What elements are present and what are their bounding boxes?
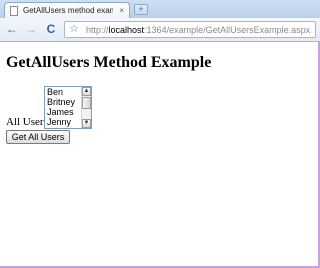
listbox-scrollbar[interactable]: ▲ ▼ <box>81 87 91 128</box>
tab-strip: GetAllUsers method exampl... × + <box>0 0 320 18</box>
url-host: localhost <box>108 25 145 35</box>
address-bar[interactable]: ☆ http://localhost:1364/example/GetAllUs… <box>64 21 316 38</box>
close-icon[interactable]: × <box>119 5 124 16</box>
scroll-up-icon[interactable]: ▲ <box>82 87 91 96</box>
reload-icon[interactable]: C <box>44 22 58 36</box>
page-content: GetAllUsers Method Example All Users Ben… <box>0 42 320 268</box>
browser-window: GetAllUsers method exampl... × + ← → C ☆… <box>0 0 320 268</box>
back-arrow-icon[interactable]: ← <box>5 22 19 36</box>
users-listbox[interactable]: Ben Britney James Jenny ▲ ▼ <box>44 86 92 129</box>
toolbar: ← → C ☆ http://localhost:1364/example/Ge… <box>0 18 320 42</box>
new-tab-button[interactable]: + <box>134 4 148 15</box>
scroll-thumb[interactable] <box>82 97 91 109</box>
url-path: :1364/example/GetAllUsersExample.aspx <box>144 25 311 35</box>
forward-arrow-icon[interactable]: → <box>24 22 38 36</box>
list-item[interactable]: James <box>47 107 79 117</box>
page-icon <box>10 6 18 16</box>
page-title: GetAllUsers Method Example <box>6 54 212 71</box>
url-scheme: http:// <box>86 25 109 35</box>
list-item[interactable]: Britney <box>47 97 79 107</box>
bookmark-star-icon[interactable]: ☆ <box>69 23 79 36</box>
users-list: Ben Britney James Jenny <box>47 87 79 127</box>
url-text[interactable]: http://localhost:1364/example/GetAllUser… <box>86 24 314 36</box>
scroll-down-icon[interactable]: ▼ <box>82 119 91 128</box>
tab-title: GetAllUsers method exampl... <box>23 6 113 15</box>
get-all-users-button[interactable]: Get All Users <box>6 130 70 144</box>
list-item[interactable]: Ben <box>47 87 79 97</box>
all-users-label: All Users <box>6 116 48 128</box>
list-item[interactable]: Jenny <box>47 117 79 127</box>
tab-getallusers[interactable]: GetAllUsers method exampl... × <box>4 2 130 18</box>
